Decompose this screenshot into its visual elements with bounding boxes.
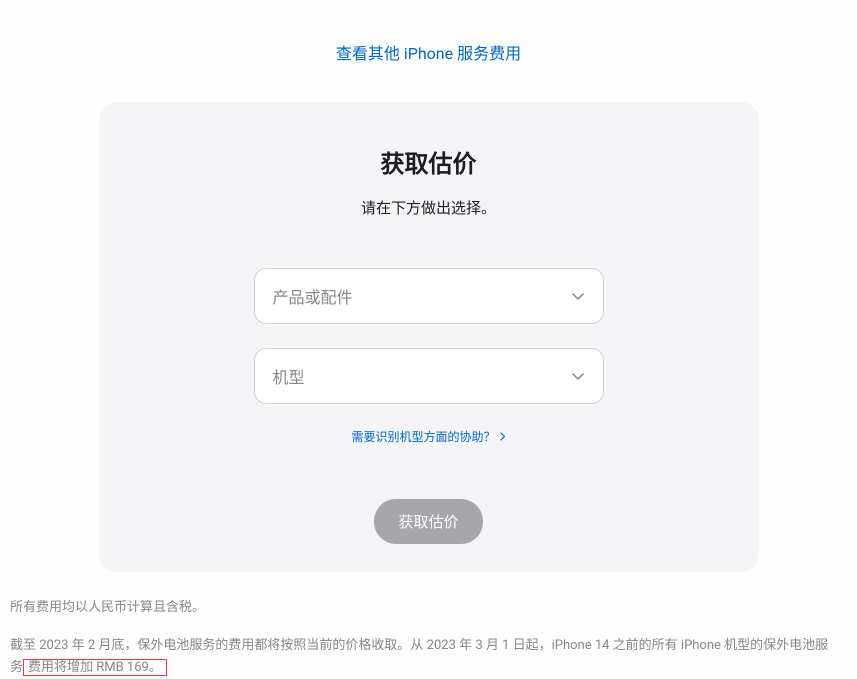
chevron-down-icon [571, 289, 585, 303]
model-select-placeholder: 机型 [273, 364, 305, 388]
card-subtitle: 请在下方做出选择。 [139, 197, 719, 218]
footer-line-1: 所有费用均以人民币计算且含税。 [10, 597, 830, 619]
help-link-text: 需要识别机型方面的协助？ [351, 428, 495, 445]
product-select-wrapper: 产品或配件 [254, 268, 604, 324]
get-estimate-button[interactable]: 获取估价 [374, 499, 482, 544]
identify-model-help-link[interactable]: 需要识别机型方面的协助？ [139, 428, 719, 445]
estimate-card: 获取估价 请在下方做出选择。 产品或配件 机型 需要识别机型方面的协助？ 获取估… [99, 102, 759, 572]
chevron-down-icon [571, 369, 585, 383]
footer-disclaimer: 所有费用均以人民币计算且含税。 截至 2023 年 2 月底，保外电池服务的费用… [10, 597, 830, 679]
footer-line-2: 截至 2023 年 2 月底，保外电池服务的费用都将按照当前的价格收取。从 20… [10, 635, 830, 679]
model-select-wrapper: 机型 [254, 348, 604, 404]
other-iphone-services-link[interactable]: 查看其他 iPhone 服务费用 [0, 40, 857, 64]
product-select[interactable]: 产品或配件 [254, 268, 604, 324]
chevron-right-icon [500, 432, 506, 441]
product-select-placeholder: 产品或配件 [273, 284, 353, 308]
model-select[interactable]: 机型 [254, 348, 604, 404]
card-title: 获取估价 [139, 144, 719, 179]
price-increase-highlight: 费用将增加 RMB 169。 [23, 659, 167, 676]
